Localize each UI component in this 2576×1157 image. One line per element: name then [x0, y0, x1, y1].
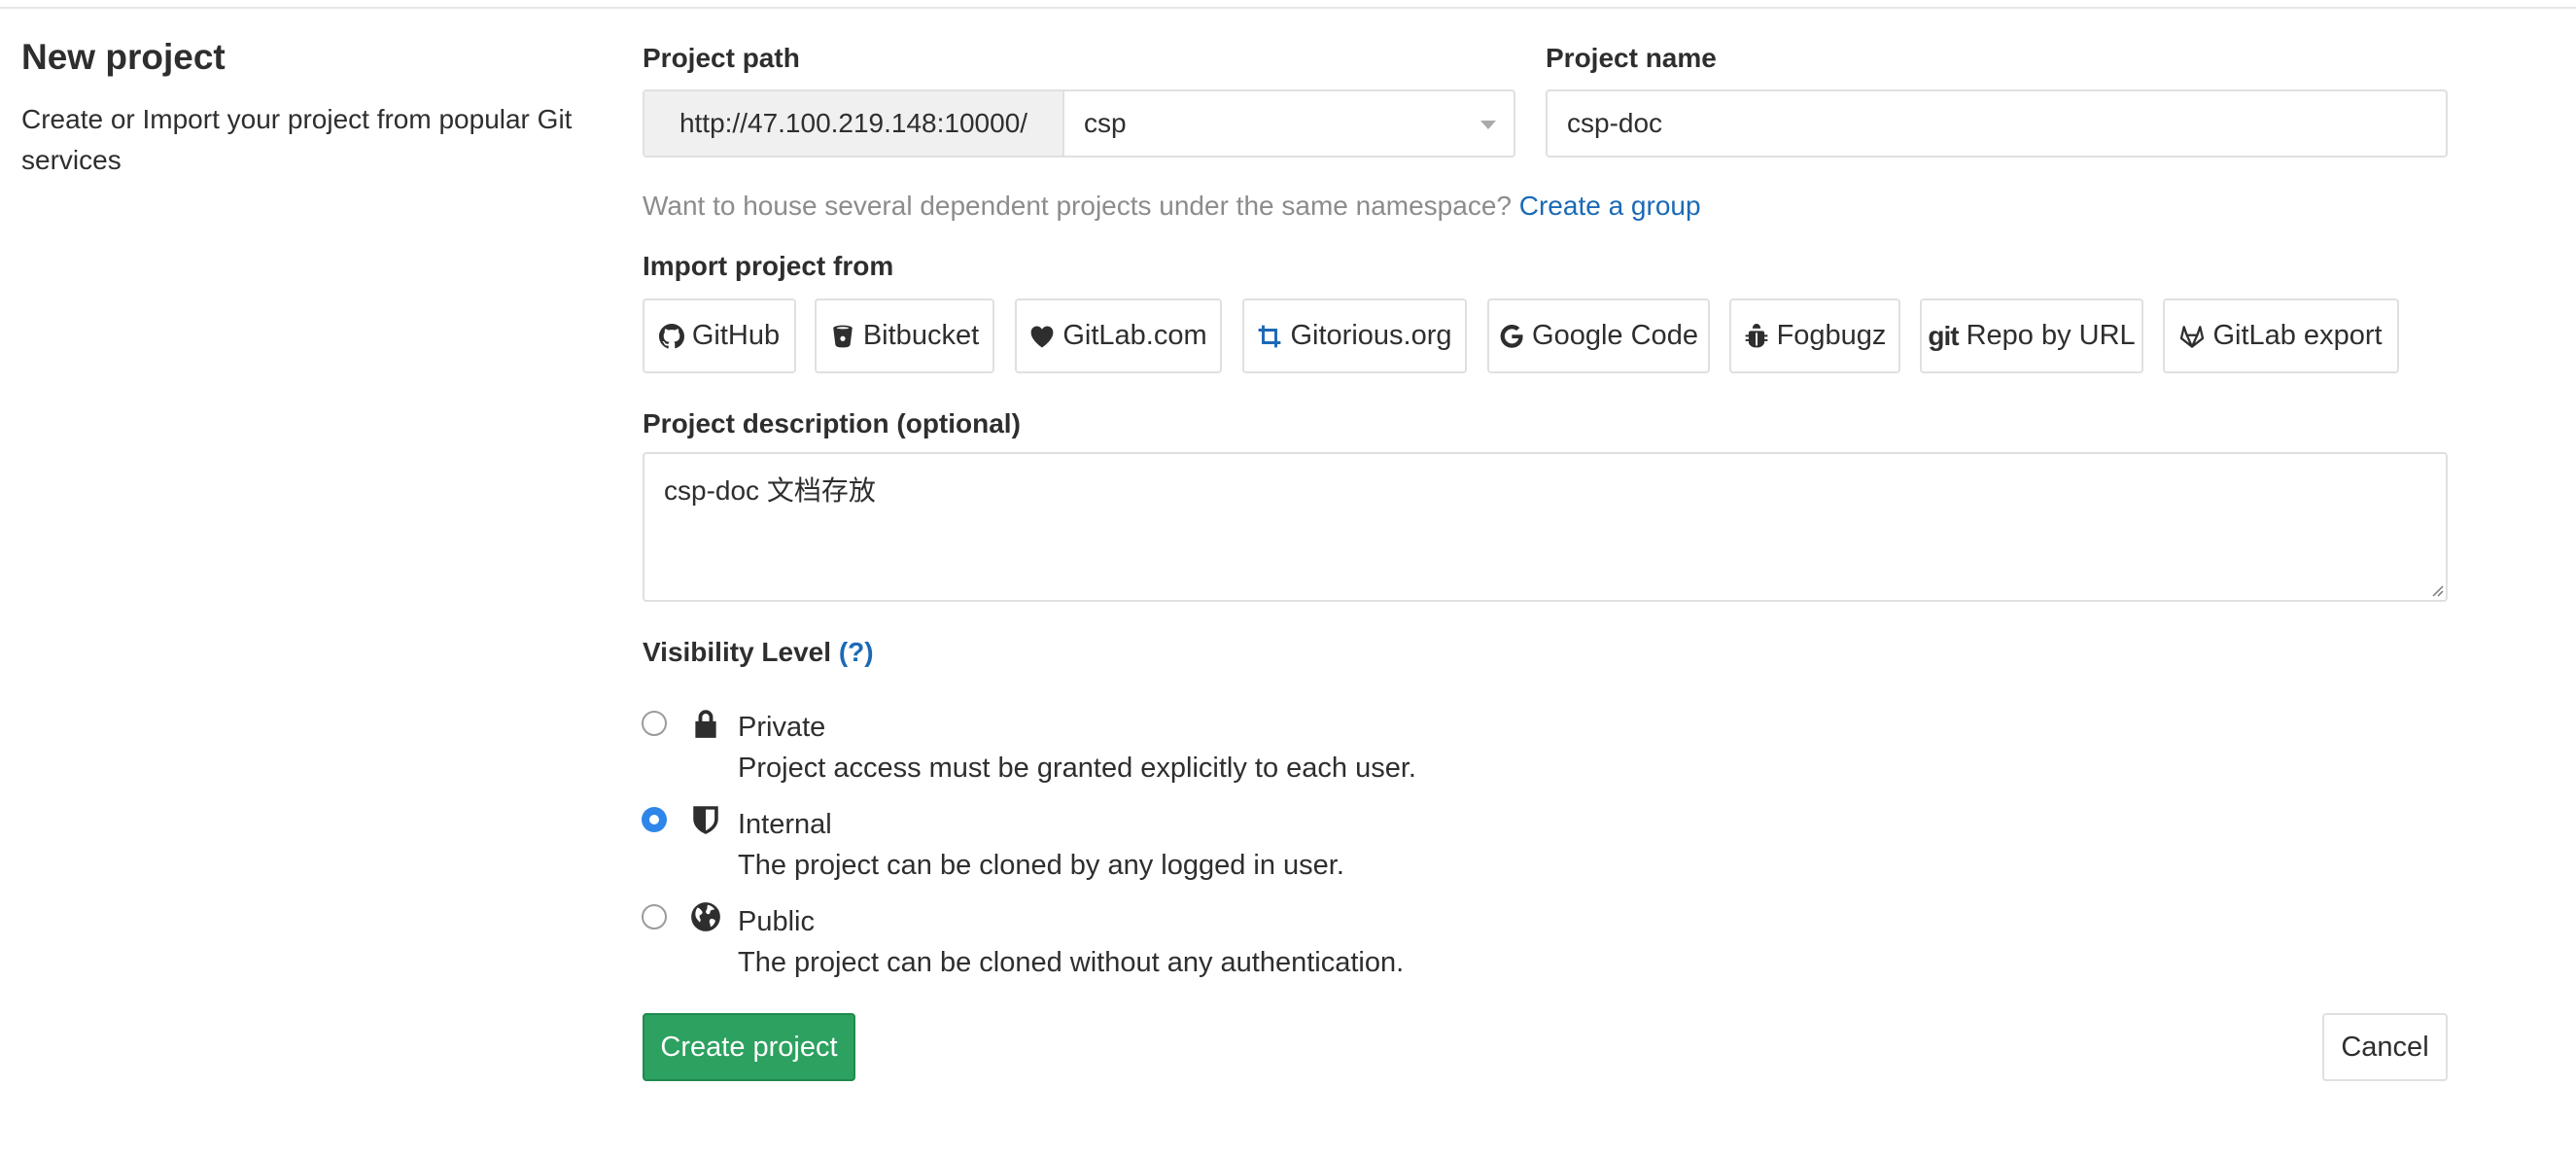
visibility-private-desc: Project access must be granted explicitl…	[738, 753, 1416, 784]
namespace-value: csp	[1084, 108, 1127, 138]
import-gitorious-button[interactable]: Gitorious.org	[1242, 298, 1467, 373]
page-subtitle: Create or Import your project from popul…	[21, 104, 573, 175]
resize-handle-icon[interactable]	[2430, 583, 2444, 597]
create-project-button[interactable]: Create project	[643, 1013, 855, 1081]
visibility-private-radio[interactable]	[642, 711, 667, 736]
globe-icon	[691, 902, 720, 931]
lock-icon	[695, 710, 716, 738]
import-bitbucket-label: Bitbucket	[862, 320, 980, 351]
heart-icon	[1030, 325, 1054, 347]
import-google-code-button[interactable]: Google Code	[1487, 298, 1710, 373]
git-icon: git	[1928, 320, 1959, 351]
import-fogbugz-button[interactable]: Fogbugz	[1729, 298, 1900, 373]
import-fogbugz-label: Fogbugz	[1776, 320, 1887, 351]
import-repo-by-url-button[interactable]: git Repo by URL	[1920, 298, 2143, 373]
gitorious-icon	[1259, 325, 1281, 347]
create-group-link[interactable]: Create a group	[1519, 191, 1701, 221]
group-hint-text: Want to house several dependent projects…	[643, 191, 1512, 221]
visibility-internal-desc: The project can be cloned by any logged …	[738, 850, 1344, 881]
visibility-help-link[interactable]: (?)	[839, 637, 874, 667]
caret-down-icon	[1480, 121, 1496, 129]
visibility-public-title: Public	[738, 906, 815, 937]
project-name-label: Project name	[1546, 43, 1717, 73]
namespace-select[interactable]: csp	[1064, 91, 1514, 156]
bitbucket-icon	[833, 325, 853, 347]
project-path-prefix: http://47.100.219.148:10000/	[644, 91, 1064, 156]
description-textarea[interactable]: csp-doc 文档存放	[643, 452, 2448, 602]
project-path-group: http://47.100.219.148:10000/ csp	[643, 89, 1515, 158]
import-repo-by-url-label: Repo by URL	[1966, 320, 2136, 351]
import-gitlab-export-button[interactable]: GitLab export	[2163, 298, 2399, 373]
bug-icon	[1745, 323, 1767, 347]
github-icon	[658, 323, 684, 348]
group-hint: Want to house several dependent projects…	[643, 191, 1701, 222]
import-github-button[interactable]: GitHub	[643, 298, 796, 373]
import-gitorious-label: Gitorious.org	[1290, 320, 1452, 351]
import-gitlab-com-label: GitLab.com	[1062, 320, 1207, 351]
import-github-label: GitHub	[691, 320, 781, 351]
visibility-private-title: Private	[738, 712, 826, 743]
gitlab-icon	[2180, 325, 2205, 348]
top-divider	[0, 0, 2576, 9]
visibility-public-radio[interactable]	[642, 904, 667, 929]
import-gitlab-com-button[interactable]: GitLab.com	[1015, 298, 1222, 373]
visibility-label-text: Visibility Level	[643, 637, 832, 667]
import-label: Import project from	[643, 251, 894, 281]
project-name-input[interactable]	[1546, 89, 2448, 158]
description-label: Project description (optional)	[643, 408, 1021, 438]
visibility-label: Visibility Level (?)	[643, 637, 874, 668]
import-bitbucket-button[interactable]: Bitbucket	[815, 298, 994, 373]
import-google-code-label: Google Code	[1532, 320, 1698, 351]
visibility-internal-radio[interactable]	[642, 807, 667, 832]
visibility-public-desc: The project can be cloned without any au…	[738, 947, 1405, 978]
shield-icon	[693, 806, 718, 834]
project-path-label: Project path	[643, 43, 800, 73]
visibility-internal-title: Internal	[738, 809, 832, 840]
import-gitlab-export-label: GitLab export	[2212, 320, 2383, 351]
page-title: New project	[21, 37, 226, 77]
cancel-button[interactable]: Cancel	[2322, 1013, 2448, 1081]
google-icon	[1500, 324, 1523, 348]
